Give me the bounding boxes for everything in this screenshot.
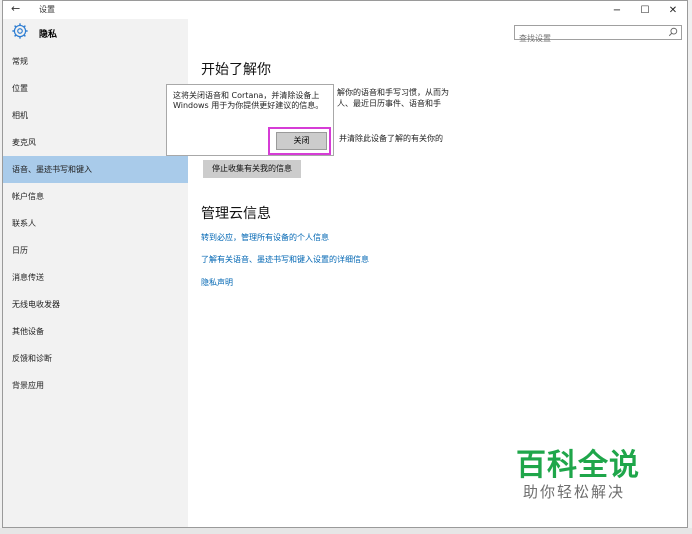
taskbar-edge [0,528,692,534]
description-line-1: 解你的语音和手写习惯，从而为 [337,88,449,97]
sidebar-item-calendar[interactable]: 日历 [3,237,188,264]
section-title: 隐私 [39,30,58,40]
sidebar-item-messaging[interactable]: 消息传送 [3,264,188,291]
sidebar-item-account-info[interactable]: 帐户信息 [3,183,188,210]
turn-off-button[interactable]: 关闭 [276,132,327,150]
heading-manage-cloud-info: 管理云信息 [201,206,271,222]
stop-getting-to-know-me-button[interactable]: 停止收集有关我的信息 [203,160,301,178]
link-privacy-statement[interactable]: 隐私声明 [201,277,233,288]
sidebar-item-contacts[interactable]: 联系人 [3,210,188,237]
search-input[interactable] [515,32,659,45]
heading-getting-to-know-you: 开始了解你 [201,62,271,78]
sidebar-item-general[interactable]: 常规 [3,48,188,75]
sidebar-nav: 常规 位置 相机 麦克风 语音、墨迹书写和键入 帐户信息 联系人 日历 消息传送… [3,48,188,399]
sidebar-item-microphone[interactable]: 麦克风 [3,129,188,156]
watermark-slogan: 助你轻松解决 [523,483,626,501]
link-bing-personal-info[interactable]: 转到必应，管理所有设备的个人信息 [201,232,329,243]
description-line-2: 人、最近日历事件、语音和手 [337,99,441,108]
search-box[interactable] [514,25,682,45]
sidebar-item-radios[interactable]: 无线电收发器 [3,291,188,318]
app-title: 设置 [39,5,55,14]
sidebar-item-feedback-diagnostics[interactable]: 反馈和诊断 [3,345,188,372]
search-icon[interactable] [668,27,678,37]
close-window-button[interactable]: ✕ [659,1,687,19]
sidebar-item-other-devices[interactable]: 其他设备 [3,318,188,345]
watermark-logo-text: 百科全说 [516,448,640,483]
maximize-button[interactable]: ☐ [631,1,659,19]
sidebar-item-speech-inking-typing[interactable]: 语音、墨迹书写和键入 [3,156,188,183]
sidebar: 隐私 常规 位置 相机 麦克风 语音、墨迹书写和键入 帐户信息 联系人 日历 消… [3,19,188,527]
sidebar-header: 隐私 [3,19,188,45]
title-bar: ← 设置 − ☐ ✕ [3,1,687,19]
flyout-message: 这将关闭语音和 Cortana，并清除设备上 Windows 用于为你提供更好建… [173,91,324,110]
sidebar-item-location[interactable]: 位置 [3,75,188,102]
gear-icon [12,23,28,39]
description-line-3: 并清除此设备了解的有关你的 [339,134,443,143]
link-learn-more-speech-settings[interactable]: 了解有关语音、墨迹书写和键入设置的详细信息 [201,254,369,265]
minimize-button[interactable]: − [603,1,631,19]
back-button[interactable]: ← [11,2,20,15]
window-controls: − ☐ ✕ [603,1,687,19]
sidebar-item-camera[interactable]: 相机 [3,102,188,129]
sidebar-item-background-apps[interactable]: 背景应用 [3,372,188,399]
